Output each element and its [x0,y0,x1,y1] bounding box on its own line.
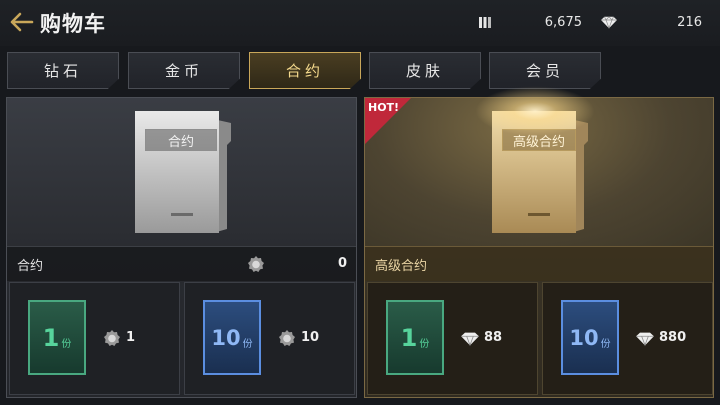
buy-contract-1-button[interactable]: 1份 1 [9,282,180,395]
quantity-unit: 份 [600,339,611,350]
premium-contract-panel: 高级合约 HOT! 高级合约 1份 88 10 份 880 [364,86,714,398]
premium-contract-info-bar: 高级合约 [365,246,713,281]
quantity-unit: 份 [242,339,253,350]
buy-premium-1-button[interactable]: 1份 88 [367,282,538,395]
tab-membership[interactable]: 会员 [489,52,601,89]
medal-icon [104,330,120,346]
price: 880 [659,330,687,345]
diamond-icon [601,16,617,29]
tab-skin[interactable]: 皮肤 [369,52,481,89]
diamond-balance: 216 [677,15,702,30]
quantity-unit: 份 [61,339,72,350]
contract-name: 合约 [17,259,44,274]
quantity: 10 [211,325,241,350]
contract-showcase: 合约 [7,98,356,246]
tab-contract[interactable]: 合约 [249,52,361,89]
gold-balance: 6,675 [544,15,582,30]
contract-owned-count: 0 [337,256,347,271]
tab-gold[interactable]: 金币 [128,52,240,89]
quantity-unit: 份 [419,339,430,350]
contract-panel: 合约 合约 0 1份 1 10 份 10 [6,97,357,398]
quantity: 10 [569,325,599,350]
gold-bars-icon [479,17,491,28]
quantity: 1 [400,323,418,352]
buy-premium-10-button[interactable]: 10 份 880 [542,282,713,395]
buy-contract-10-button[interactable]: 10 份 10 [184,282,355,395]
sparkle-glow [475,86,595,136]
price: 10 [301,330,320,345]
premium-contract-name: 高级合约 [375,259,428,274]
contract-document-label: 合约 [145,129,217,151]
top-bar: 购物车 6,675 216 [0,0,720,46]
premium-1-card: 1份 [386,300,444,375]
back-arrow-icon[interactable] [8,11,34,33]
diamond-icon [636,332,654,347]
contract-info-bar: 合约 0 [7,246,356,281]
contract-10-card: 10 份 [203,300,261,375]
hot-badge-label: HOT! [368,101,400,114]
page-title: 购物车 [40,12,106,36]
quantity: 1 [42,323,60,352]
contract-1-card: 1份 [28,300,86,375]
contract-document: 合约 [135,111,231,236]
medal-icon [248,256,264,272]
premium-10-card: 10 份 [561,300,619,375]
medal-icon [279,330,295,346]
price: 88 [484,330,503,345]
price: 1 [126,330,136,345]
diamond-icon [461,332,479,347]
tab-diamond[interactable]: 钻石 [7,52,119,89]
premium-contract-showcase: 高级合约 [365,86,713,246]
